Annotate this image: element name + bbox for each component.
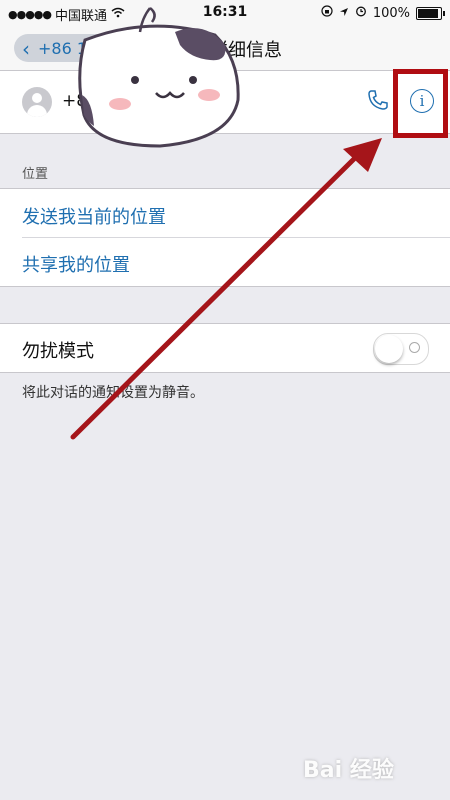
do-not-disturb-label: 勿扰模式 xyxy=(22,341,94,362)
do-not-disturb-toggle[interactable] xyxy=(373,333,429,365)
chevron-left-icon: ‹ xyxy=(22,37,30,61)
battery-icon xyxy=(416,6,445,20)
watermark: Bai 经验 xyxy=(303,758,394,783)
back-button-label: +86 153 xyxy=(38,38,108,58)
divider xyxy=(22,237,450,238)
battery-percent: 100% xyxy=(372,5,410,21)
do-not-disturb-row: 勿扰模式 xyxy=(0,323,450,373)
location-arrow-icon xyxy=(339,6,349,21)
toggle-knob[interactable] xyxy=(375,335,403,363)
location-group: 发送我当前的位置 共享我的位置 xyxy=(0,188,450,287)
navigation-bar: ‹ +86 153 详细信息 xyxy=(0,26,450,71)
share-my-location-button[interactable]: 共享我的位置 xyxy=(22,251,130,277)
status-right: 100% xyxy=(321,5,445,21)
back-button[interactable]: ‹ +86 153 xyxy=(14,34,122,62)
annotation-highlight-box xyxy=(393,69,448,138)
status-bar: ●●●●● 中国联通 16:31 100% xyxy=(0,0,450,26)
orientation-lock-icon xyxy=(321,5,333,21)
page-title: 详细信息 xyxy=(210,40,282,61)
phone-icon[interactable] xyxy=(366,88,390,116)
alarm-icon xyxy=(355,5,367,21)
toggle-off-indicator-icon xyxy=(409,342,420,353)
do-not-disturb-footnote: 将此对话的通知设置为静音。 xyxy=(22,385,204,401)
contact-number: +8 xyxy=(62,91,88,111)
send-current-location-button[interactable]: 发送我当前的位置 xyxy=(22,203,166,229)
location-section-header: 位置 xyxy=(22,167,49,182)
avatar xyxy=(22,87,52,117)
